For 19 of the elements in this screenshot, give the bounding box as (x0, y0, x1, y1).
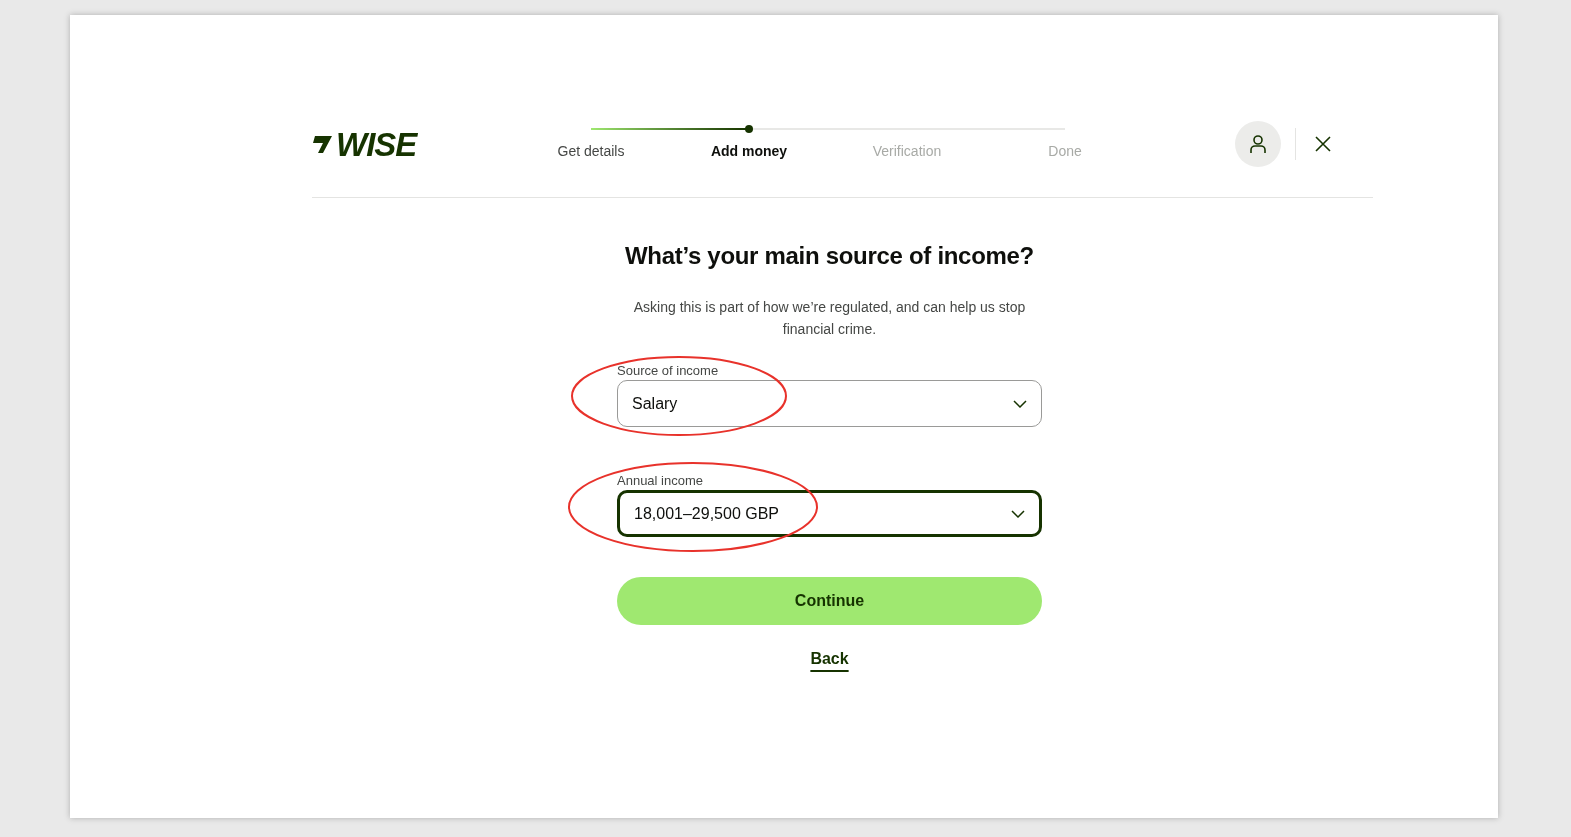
step-label: Add money (709, 142, 789, 161)
wise-logo[interactable]: WISE (312, 127, 417, 161)
field-label: Annual income (617, 472, 704, 490)
page-heading: What’s your main source of income? (625, 241, 1034, 271)
select-field[interactable]: Salary (617, 380, 1042, 427)
person-icon (1248, 134, 1268, 154)
profile-button[interactable] (1235, 121, 1281, 167)
back-link[interactable]: Back (810, 647, 849, 671)
continue-button[interactable]: Continue (617, 577, 1042, 625)
field-label: Source of income (617, 362, 720, 380)
chevron-down-icon (1013, 399, 1027, 408)
close-icon (1315, 136, 1331, 152)
step-label: Done (1047, 142, 1083, 161)
step-label: Verification (871, 142, 943, 161)
chevron-down-icon (1011, 509, 1025, 518)
step-label: Get details (556, 142, 626, 161)
flag-icon (312, 133, 334, 155)
page-subtitle: Asking this is part of how we’re regulated, and can help us stop financial crime. (632, 298, 1027, 339)
select-field[interactable]: 18,001–29,500 GBP (617, 490, 1042, 537)
